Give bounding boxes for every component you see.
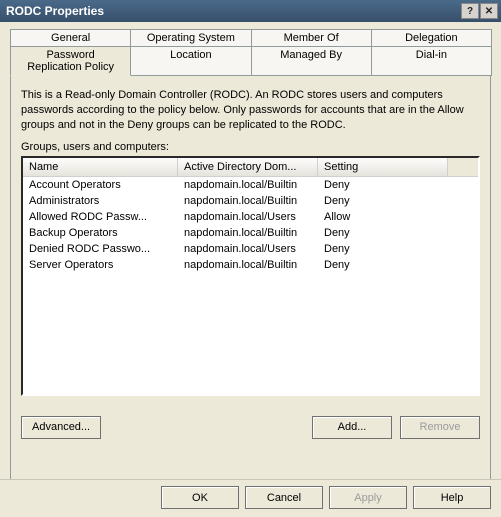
- add-button[interactable]: Add...: [312, 416, 392, 439]
- list-body: Account Operatorsnapdomain.local/Builtin…: [23, 177, 478, 273]
- ok-button[interactable]: OK: [161, 486, 239, 509]
- titlebar[interactable]: RODC Properties ? ✕: [0, 0, 501, 22]
- cell-name: Account Operators: [23, 177, 178, 193]
- table-row[interactable]: Backup Operatorsnapdomain.local/BuiltinD…: [23, 225, 478, 241]
- cell-setting: Deny: [318, 193, 448, 209]
- cell-name: Denied RODC Passwo...: [23, 241, 178, 257]
- list-label: Groups, users and computers:: [21, 141, 480, 153]
- cell-domain: napdomain.local/Builtin: [178, 193, 318, 209]
- table-row[interactable]: Server Operatorsnapdomain.local/BuiltinD…: [23, 257, 478, 273]
- tab-row2-1[interactable]: Location: [130, 46, 251, 76]
- help-button[interactable]: Help: [413, 486, 491, 509]
- cell-name: Server Operators: [23, 257, 178, 273]
- spacer: [109, 416, 304, 439]
- tab-row2-2[interactable]: Managed By: [251, 46, 372, 76]
- cell-setting: Deny: [318, 241, 448, 257]
- titlebar-button-group: ? ✕: [461, 3, 498, 19]
- dialog-footer: OK Cancel Apply Help: [0, 479, 501, 517]
- tab-row-1: GeneralOperating SystemMember OfDelegati…: [10, 28, 491, 45]
- cell-domain: napdomain.local/Users: [178, 209, 318, 225]
- column-header-domain[interactable]: Active Directory Dom...: [178, 158, 318, 176]
- cell-setting: Allow: [318, 209, 448, 225]
- cell-domain: napdomain.local/Builtin: [178, 225, 318, 241]
- policy-list[interactable]: Name Active Directory Dom... Setting Acc…: [21, 156, 480, 396]
- table-row[interactable]: Account Operatorsnapdomain.local/Builtin…: [23, 177, 478, 193]
- tab-row2-0[interactable]: Password Replication Policy: [10, 46, 131, 76]
- policy-description: This is a Read-only Domain Controller (R…: [21, 88, 480, 133]
- table-row[interactable]: Denied RODC Passwo...napdomain.local/Use…: [23, 241, 478, 257]
- apply-button: Apply: [329, 486, 407, 509]
- tab-row-2: Password Replication PolicyLocationManag…: [10, 45, 491, 75]
- tab-row2-3[interactable]: Dial-in: [371, 46, 492, 76]
- cell-name: Administrators: [23, 193, 178, 209]
- column-header-setting[interactable]: Setting: [318, 158, 448, 176]
- tab-row1-3[interactable]: Delegation: [371, 29, 492, 46]
- table-row[interactable]: Allowed RODC Passw...napdomain.local/Use…: [23, 209, 478, 225]
- cell-domain: napdomain.local/Builtin: [178, 257, 318, 273]
- tab-panel-password-replication-policy: This is a Read-only Domain Controller (R…: [10, 75, 491, 505]
- panel-button-row: Advanced... Add... Remove: [21, 416, 480, 439]
- help-icon[interactable]: ?: [461, 3, 479, 19]
- cell-name: Allowed RODC Passw...: [23, 209, 178, 225]
- cell-name: Backup Operators: [23, 225, 178, 241]
- remove-button: Remove: [400, 416, 480, 439]
- column-header-name[interactable]: Name: [23, 158, 178, 176]
- cancel-button[interactable]: Cancel: [245, 486, 323, 509]
- advanced-button[interactable]: Advanced...: [21, 416, 101, 439]
- cell-setting: Deny: [318, 225, 448, 241]
- tab-row1-2[interactable]: Member Of: [251, 29, 372, 46]
- window-title: RODC Properties: [6, 4, 104, 18]
- cell-domain: napdomain.local/Users: [178, 241, 318, 257]
- tab-row1-1[interactable]: Operating System: [130, 29, 251, 46]
- list-header-row: Name Active Directory Dom... Setting: [23, 158, 478, 177]
- cell-setting: Deny: [318, 177, 448, 193]
- table-row[interactable]: Administratorsnapdomain.local/BuiltinDen…: [23, 193, 478, 209]
- cell-domain: napdomain.local/Builtin: [178, 177, 318, 193]
- close-icon[interactable]: ✕: [480, 3, 498, 19]
- dialog-content: GeneralOperating SystemMember OfDelegati…: [0, 22, 501, 513]
- tab-row1-0[interactable]: General: [10, 29, 131, 46]
- cell-setting: Deny: [318, 257, 448, 273]
